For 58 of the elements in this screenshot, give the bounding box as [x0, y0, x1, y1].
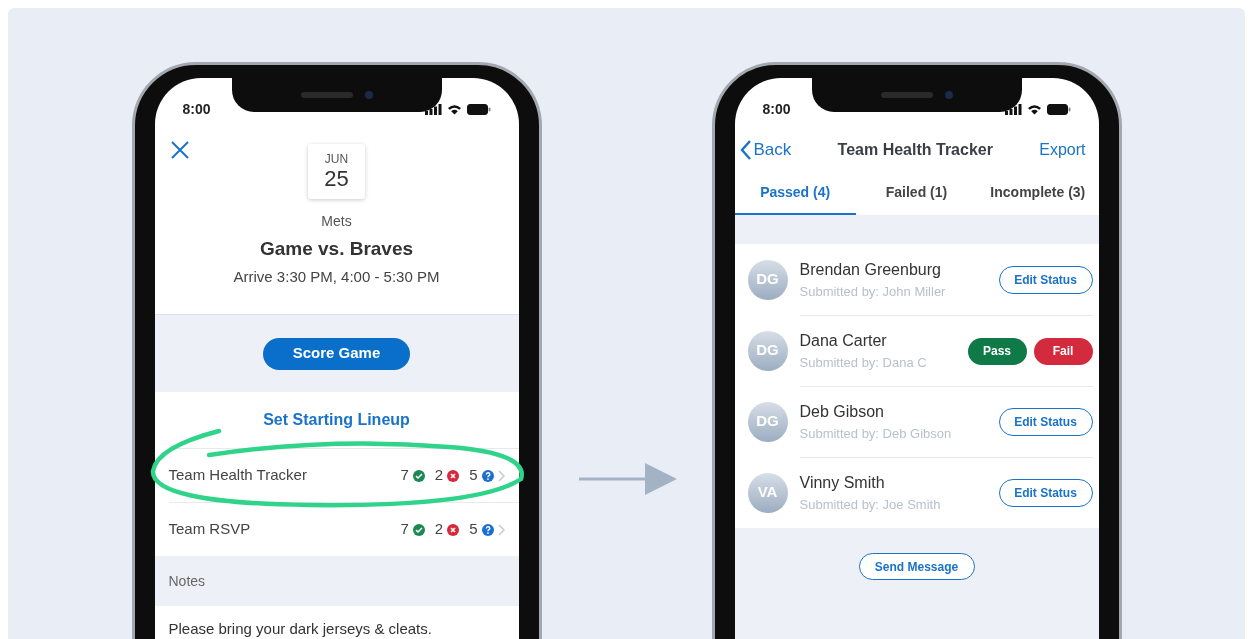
submitted-by: Submitted by: John Miller: [799, 282, 947, 301]
date-month: JUN: [324, 153, 349, 165]
event-time: Arrive 3:30 PM, 4:00 - 5:30 PM: [233, 266, 440, 287]
check-circle-icon: [412, 523, 425, 536]
x-circle-icon: [447, 523, 460, 536]
screen-title: Team Health Tracker: [837, 140, 993, 160]
date-day: 25: [324, 168, 349, 190]
tracker-label: Team RSVP: [168, 519, 251, 540]
question-circle-icon: [481, 523, 494, 536]
export-button[interactable]: Export: [1039, 138, 1086, 162]
incomplete-count: 5: [469, 519, 478, 540]
battery-icon: [466, 103, 491, 115]
avatar: DG: [747, 401, 788, 442]
event-title: Game vs. Braves: [259, 237, 414, 261]
avatar: DG: [747, 330, 788, 371]
send-message-button[interactable]: Send Message: [858, 553, 975, 580]
passed-count: 7: [400, 519, 409, 540]
failed-count: 2: [434, 519, 444, 540]
avatar: DG: [747, 259, 788, 300]
notes-heading: Notes: [168, 571, 206, 591]
wifi-icon: [1026, 103, 1042, 115]
lineup-link[interactable]: Set Starting Lineup: [263, 408, 410, 432]
score-game-button[interactable]: Score Game: [263, 337, 410, 370]
battery-icon: [1046, 103, 1071, 115]
back-button[interactable]: Back: [739, 137, 792, 163]
submitted-by: Submitted by: Deb Gibson: [799, 425, 953, 444]
x-circle-icon: [447, 469, 460, 482]
signal-icon: [424, 103, 442, 115]
edit-status-button[interactable]: Edit Status: [998, 479, 1093, 507]
status-time: 8:00: [182, 99, 211, 119]
pass-button[interactable]: Pass: [967, 337, 1027, 365]
team-name: Mets: [321, 212, 352, 231]
tracker-label: Team Health Tracker: [168, 465, 307, 486]
chevron-right-icon: [497, 523, 505, 536]
submitted-by: Submitted by: Joe Smith: [799, 496, 942, 515]
member-name: Deb Gibson: [799, 402, 885, 423]
failed-count: 2: [434, 465, 444, 486]
fail-button[interactable]: Fail: [1033, 337, 1093, 365]
submitted-by: Submitted by: Dana C: [799, 354, 928, 373]
avatar: VA: [747, 472, 788, 513]
tab[interactable]: Failed (1): [855, 172, 978, 215]
wifi-icon: [446, 103, 462, 115]
edit-status-button[interactable]: Edit Status: [998, 265, 1093, 294]
status-time: 8:00: [762, 99, 791, 119]
check-circle-icon: [412, 469, 425, 482]
tab[interactable]: Incomplete (3): [977, 172, 1099, 215]
member-name: Brendan Greenburg: [799, 259, 942, 280]
passed-count: 7: [400, 465, 409, 486]
notes-text: Please bring your dark jerseys & cleats.: [168, 620, 433, 638]
member-name: Vinny Smith: [799, 473, 886, 494]
question-circle-icon: [481, 469, 494, 482]
chevron-left-icon: [739, 140, 751, 160]
edit-status-button[interactable]: Edit Status: [998, 408, 1093, 436]
member-name: Dana Carter: [799, 331, 888, 352]
chevron-right-icon: [497, 469, 505, 482]
close-icon[interactable]: [170, 141, 189, 159]
signal-icon: [1004, 103, 1022, 115]
incomplete-count: 5: [469, 465, 478, 486]
